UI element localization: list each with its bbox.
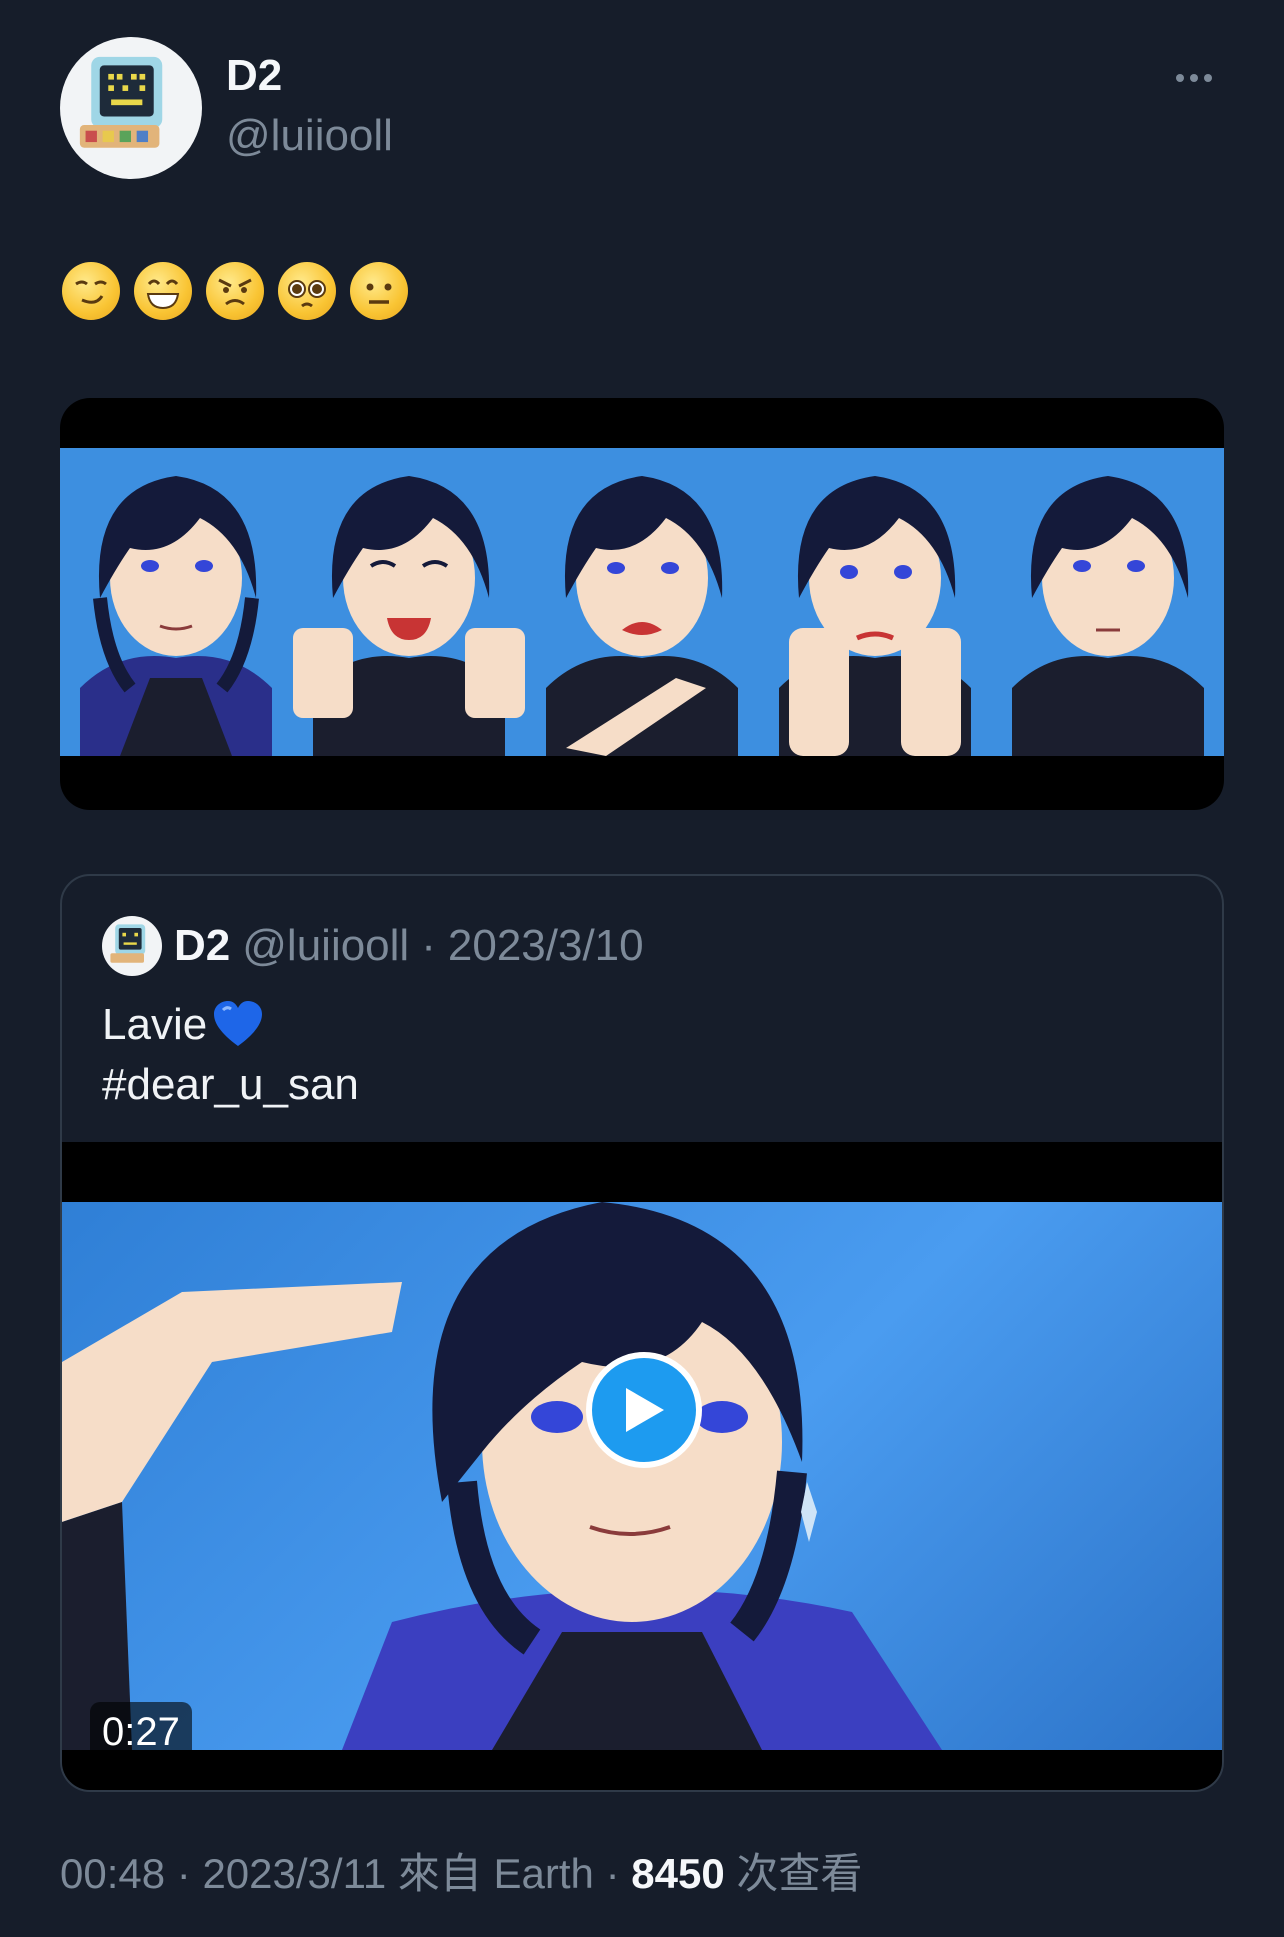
grinning-face-icon [134, 262, 192, 320]
author-handle[interactable]: @luiiooll [226, 111, 393, 161]
more-dot-icon [1176, 74, 1184, 82]
quoted-tweet-text: Lavie [102, 1000, 208, 1049]
video-thumbnail [62, 1202, 1222, 1750]
quoted-tweet-date[interactable]: 2023/3/10 [448, 921, 644, 971]
pixel-computer-icon [79, 56, 163, 148]
separator-dot: · [605, 1850, 620, 1897]
play-icon [626, 1388, 664, 1432]
character-thumbnail-image [62, 1202, 942, 1750]
blue-heart-icon [214, 1001, 263, 1046]
quoted-author-display-name[interactable]: D2 [174, 921, 230, 971]
character-portraits-image [80, 476, 1204, 756]
author-avatar[interactable] [60, 37, 202, 179]
quoted-tweet-video[interactable]: 0:27 [62, 1142, 1222, 1790]
hashtag-link[interactable]: #dear_u_san [102, 1060, 359, 1110]
view-count[interactable]: 8450 [631, 1850, 724, 1897]
angry-face-icon [206, 262, 264, 320]
tweet-date[interactable]: 2023/3/11 [202, 1850, 386, 1897]
quoted-author-handle[interactable]: @luiiooll [242, 921, 409, 971]
quoted-tweet-header: D2 @luiiooll · 2023/3/10 [102, 916, 644, 976]
tweet-text-emojis [62, 262, 408, 320]
quoted-author-avatar[interactable] [102, 916, 162, 976]
tweet-time[interactable]: 00:48 [60, 1850, 165, 1897]
tweet-source: 來自 Earth [397, 1850, 594, 1897]
smirking-face-icon [62, 262, 120, 320]
video-duration-badge: 0:27 [90, 1702, 192, 1763]
more-dot-icon [1204, 74, 1212, 82]
separator-dot: · [421, 921, 436, 970]
play-button[interactable] [586, 1352, 702, 1468]
tweet-image[interactable] [60, 398, 1224, 810]
author-display-name[interactable]: D2 [226, 51, 282, 101]
quoted-tweet-text-line1: Lavie [102, 998, 265, 1052]
pixel-computer-icon [110, 924, 146, 963]
neutral-face-icon [350, 262, 408, 320]
view-count-label: 次查看 [736, 1850, 863, 1897]
quoted-tweet-card[interactable]: D2 @luiiooll · 2023/3/10 Lavie #dear_u_s… [60, 874, 1224, 1792]
tweet-header: D2 @luiiooll [60, 37, 1224, 179]
more-dot-icon [1190, 74, 1198, 82]
tweet-metadata: 00:48 · 2023/3/11 來自 Earth · 8450 次查看 [60, 1840, 862, 1901]
separator-dot: · [176, 1850, 191, 1897]
more-options-button[interactable] [1164, 63, 1224, 93]
pleading-face-icon [278, 262, 336, 320]
expression-sheet-illustration [60, 448, 1224, 756]
